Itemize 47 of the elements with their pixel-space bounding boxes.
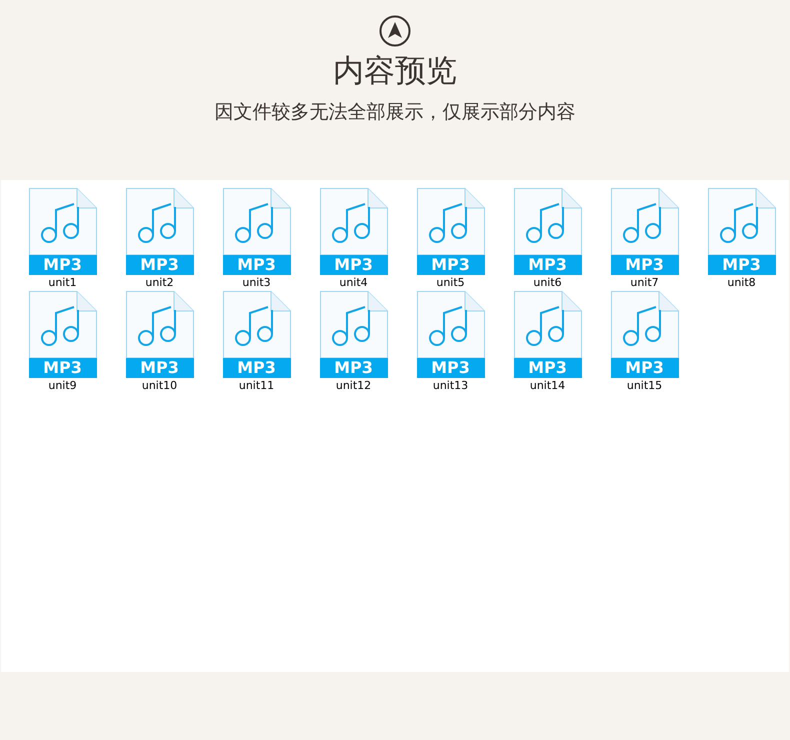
file-name: unit11 xyxy=(238,379,274,393)
music-file-icon xyxy=(126,291,194,358)
file-type-label: MP3 xyxy=(126,358,194,378)
file-type-label: MP3 xyxy=(514,358,582,378)
file-name: unit14 xyxy=(530,379,566,393)
music-file-icon xyxy=(28,291,96,358)
file-type-label: MP3 xyxy=(222,358,290,378)
music-file-icon xyxy=(416,291,484,358)
file-type-label: MP3 xyxy=(416,255,484,275)
file-name: unit6 xyxy=(533,276,562,290)
music-file-icon xyxy=(514,188,582,255)
music-file-icon xyxy=(610,291,678,358)
file-name: unit2 xyxy=(145,276,174,290)
file-name: unit15 xyxy=(626,379,662,393)
file-type-label: MP3 xyxy=(610,358,678,378)
file-type-label: MP3 xyxy=(126,255,194,275)
music-file-icon xyxy=(708,188,776,255)
file-type-label: MP3 xyxy=(514,255,582,275)
file-name: unit7 xyxy=(630,276,659,290)
file-name: unit12 xyxy=(336,379,372,393)
section-title: 内容预览 xyxy=(333,52,457,91)
file-name: unit10 xyxy=(142,379,178,393)
file-name: unit4 xyxy=(339,276,368,290)
file-name: unit8 xyxy=(727,276,756,290)
file-type-label: MP3 xyxy=(708,255,776,275)
music-file-icon xyxy=(126,188,194,255)
music-file-icon xyxy=(222,188,290,255)
music-file-icon xyxy=(28,188,96,255)
file-type-label: MP3 xyxy=(28,255,96,275)
file-type-label: MP3 xyxy=(28,358,96,378)
file-type-label: MP3 xyxy=(416,358,484,378)
music-file-icon xyxy=(416,188,484,255)
file-name: unit1 xyxy=(48,276,77,290)
file-name: unit5 xyxy=(436,276,465,290)
music-file-icon xyxy=(222,291,290,358)
file-type-label: MP3 xyxy=(320,358,388,378)
file-name: unit13 xyxy=(432,379,468,393)
file-type-label: MP3 xyxy=(610,255,678,275)
file-name: unit9 xyxy=(48,379,77,393)
file-type-label: MP3 xyxy=(320,255,388,275)
file-name: unit3 xyxy=(242,276,271,290)
music-file-icon xyxy=(514,291,582,358)
section-subtitle: 因文件较多无法全部展示，仅展示部分内容 xyxy=(214,100,576,125)
music-file-icon xyxy=(320,188,388,255)
music-file-icon xyxy=(320,291,388,358)
music-file-icon xyxy=(610,188,678,255)
file-type-label: MP3 xyxy=(222,255,290,275)
